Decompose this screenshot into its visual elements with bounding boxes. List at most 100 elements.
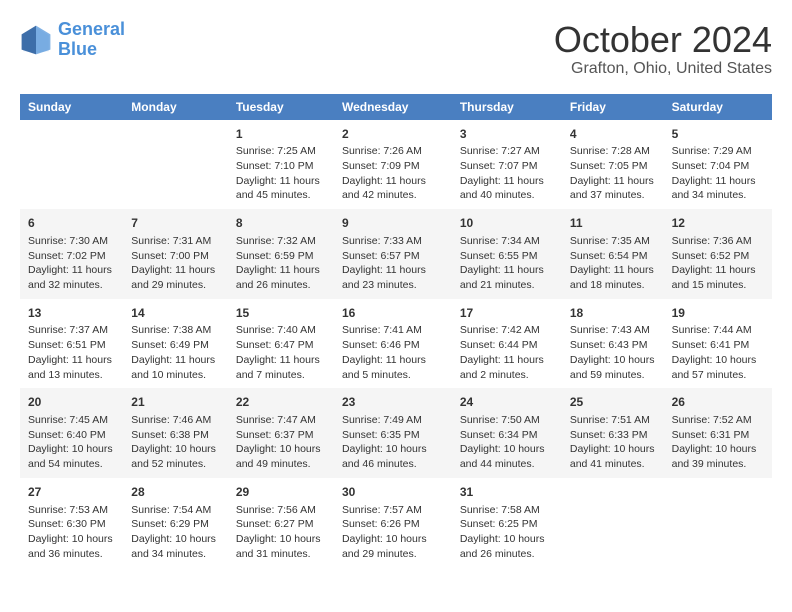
calendar-cell: 23 Sunrise: 7:49 AMSunset: 6:35 PMDayligh…: [334, 388, 452, 478]
calendar-cell: 28 Sunrise: 7:54 AMSunset: 6:29 PMDayligh…: [123, 478, 228, 568]
weekday-header: Sunday: [20, 94, 123, 120]
day-content: Sunrise: 7:26 AMSunset: 7:09 PMDaylight:…: [342, 144, 444, 203]
calendar-cell: 4Sunrise: 7:28 AMSunset: 7:05 PMDaylight…: [562, 120, 664, 210]
calendar-cell: 25 Sunrise: 7:51 AMSunset: 6:33 PMDayligh…: [562, 388, 664, 478]
calendar-cell: [664, 478, 772, 568]
calendar-cell: 12 Sunrise: 7:36 AMSunset: 6:52 PMDayligh…: [664, 209, 772, 299]
day-number: 19: [672, 305, 764, 322]
day-content: Sunrise: 7:33 AMSunset: 6:57 PMDaylight:…: [342, 234, 444, 293]
day-number: 31: [460, 484, 554, 501]
calendar-cell: 20Sunrise: 7:45 AMSunset: 6:40 PMDayligh…: [20, 388, 123, 478]
calendar-cell: 6 Sunrise: 7:30 AMSunset: 7:02 PMDaylight…: [20, 209, 123, 299]
weekday-header: Wednesday: [334, 94, 452, 120]
day-content: Sunrise: 7:54 AMSunset: 6:29 PMDaylight:…: [131, 503, 220, 562]
day-content: Sunrise: 7:35 AMSunset: 6:54 PMDaylight:…: [570, 234, 656, 293]
day-number: 25: [570, 394, 656, 411]
day-number: 8: [236, 215, 326, 232]
day-number: 22: [236, 394, 326, 411]
day-number: 15: [236, 305, 326, 322]
calendar-cell: 8 Sunrise: 7:32 AMSunset: 6:59 PMDaylight…: [228, 209, 334, 299]
day-number: 9: [342, 215, 444, 232]
day-content: Sunrise: 7:38 AMSunset: 6:49 PMDaylight:…: [131, 323, 220, 382]
calendar-cell: 18Sunrise: 7:43 AMSunset: 6:43 PMDayligh…: [562, 299, 664, 389]
day-number: 5: [672, 126, 764, 143]
weekday-header: Friday: [562, 94, 664, 120]
weekday-header: Saturday: [664, 94, 772, 120]
calendar-cell: 11 Sunrise: 7:35 AMSunset: 6:54 PMDayligh…: [562, 209, 664, 299]
day-number: 10: [460, 215, 554, 232]
day-number: 26: [672, 394, 764, 411]
day-number: 27: [28, 484, 115, 501]
page-header: General Blue October 2024 Grafton, Ohio,…: [20, 20, 772, 78]
day-number: 12: [672, 215, 764, 232]
logo: General Blue: [20, 20, 125, 60]
day-content: Sunrise: 7:37 AMSunset: 6:51 PMDaylight:…: [28, 323, 115, 382]
calendar-cell: 26 Sunrise: 7:52 AMSunset: 6:31 PMDayligh…: [664, 388, 772, 478]
calendar-cell: 17Sunrise: 7:42 AMSunset: 6:44 PMDayligh…: [452, 299, 562, 389]
day-content: Sunrise: 7:36 AMSunset: 6:52 PMDaylight:…: [672, 234, 764, 293]
calendar-cell: 5Sunrise: 7:29 AMSunset: 7:04 PMDaylight…: [664, 120, 772, 210]
day-number: 16: [342, 305, 444, 322]
day-content: Sunrise: 7:41 AMSunset: 6:46 PMDaylight:…: [342, 323, 444, 382]
calendar-cell: 27 Sunrise: 7:53 AMSunset: 6:30 PMDayligh…: [20, 478, 123, 568]
day-number: 4: [570, 126, 656, 143]
day-content: Sunrise: 7:31 AMSunset: 7:00 PMDaylight:…: [131, 234, 220, 293]
day-number: 23: [342, 394, 444, 411]
weekday-header: Monday: [123, 94, 228, 120]
calendar-cell: 1Sunrise: 7:25 AMSunset: 7:10 PMDaylight…: [228, 120, 334, 210]
calendar-cell: 13Sunrise: 7:37 AMSunset: 6:51 PMDayligh…: [20, 299, 123, 389]
calendar-cell: 9 Sunrise: 7:33 AMSunset: 6:57 PMDaylight…: [334, 209, 452, 299]
calendar-subtitle: Grafton, Ohio, United States: [554, 60, 772, 78]
day-content: Sunrise: 7:32 AMSunset: 6:59 PMDaylight:…: [236, 234, 326, 293]
calendar-cell: [123, 120, 228, 210]
day-content: Sunrise: 7:44 AMSunset: 6:41 PMDaylight:…: [672, 323, 764, 382]
calendar-cell: 31Sunrise: 7:58 AMSunset: 6:25 PMDayligh…: [452, 478, 562, 568]
calendar-title: October 2024: [554, 20, 772, 60]
day-content: Sunrise: 7:57 AMSunset: 6:26 PMDaylight:…: [342, 503, 444, 562]
day-content: Sunrise: 7:51 AMSunset: 6:33 PMDaylight:…: [570, 413, 656, 472]
day-content: Sunrise: 7:49 AMSunset: 6:35 PMDaylight:…: [342, 413, 444, 472]
day-number: 3: [460, 126, 554, 143]
day-number: 30: [342, 484, 444, 501]
day-number: 6: [28, 215, 115, 232]
day-content: Sunrise: 7:28 AMSunset: 7:05 PMDaylight:…: [570, 144, 656, 203]
calendar-cell: [20, 120, 123, 210]
title-block: October 2024 Grafton, Ohio, United State…: [554, 20, 772, 78]
day-content: Sunrise: 7:40 AMSunset: 6:47 PMDaylight:…: [236, 323, 326, 382]
calendar-cell: 14Sunrise: 7:38 AMSunset: 6:49 PMDayligh…: [123, 299, 228, 389]
calendar-cell: 10 Sunrise: 7:34 AMSunset: 6:55 PMDayligh…: [452, 209, 562, 299]
day-content: Sunrise: 7:56 AMSunset: 6:27 PMDaylight:…: [236, 503, 326, 562]
logo-text: General Blue: [58, 20, 125, 60]
weekday-header: Thursday: [452, 94, 562, 120]
calendar-cell: 30 Sunrise: 7:57 AMSunset: 6:26 PMDayligh…: [334, 478, 452, 568]
calendar-header: SundayMondayTuesdayWednesdayThursdayFrid…: [20, 94, 772, 120]
calendar-row: 20Sunrise: 7:45 AMSunset: 6:40 PMDayligh…: [20, 388, 772, 478]
day-content: Sunrise: 7:30 AMSunset: 7:02 PMDaylight:…: [28, 234, 115, 293]
day-number: 17: [460, 305, 554, 322]
calendar-cell: 2Sunrise: 7:26 AMSunset: 7:09 PMDaylight…: [334, 120, 452, 210]
logo-icon: [20, 24, 52, 56]
calendar-row: 27 Sunrise: 7:53 AMSunset: 6:30 PMDayligh…: [20, 478, 772, 568]
calendar-cell: 19Sunrise: 7:44 AMSunset: 6:41 PMDayligh…: [664, 299, 772, 389]
calendar-cell: 29 Sunrise: 7:56 AMSunset: 6:27 PMDayligh…: [228, 478, 334, 568]
day-content: Sunrise: 7:34 AMSunset: 6:55 PMDaylight:…: [460, 234, 554, 293]
calendar-cell: 21Sunrise: 7:46 AMSunset: 6:38 PMDayligh…: [123, 388, 228, 478]
day-content: Sunrise: 7:50 AMSunset: 6:34 PMDaylight:…: [460, 413, 554, 472]
day-number: 29: [236, 484, 326, 501]
day-number: 20: [28, 394, 115, 411]
calendar-table: SundayMondayTuesdayWednesdayThursdayFrid…: [20, 94, 772, 568]
day-number: 28: [131, 484, 220, 501]
day-number: 13: [28, 305, 115, 322]
day-number: 11: [570, 215, 656, 232]
calendar-row: 13Sunrise: 7:37 AMSunset: 6:51 PMDayligh…: [20, 299, 772, 389]
calendar-cell: [562, 478, 664, 568]
day-number: 24: [460, 394, 554, 411]
day-content: Sunrise: 7:53 AMSunset: 6:30 PMDaylight:…: [28, 503, 115, 562]
day-content: Sunrise: 7:27 AMSunset: 7:07 PMDaylight:…: [460, 144, 554, 203]
day-content: Sunrise: 7:46 AMSunset: 6:38 PMDaylight:…: [131, 413, 220, 472]
day-content: Sunrise: 7:52 AMSunset: 6:31 PMDaylight:…: [672, 413, 764, 472]
day-content: Sunrise: 7:25 AMSunset: 7:10 PMDaylight:…: [236, 144, 326, 203]
calendar-cell: 24 Sunrise: 7:50 AMSunset: 6:34 PMDayligh…: [452, 388, 562, 478]
calendar-cell: 16Sunrise: 7:41 AMSunset: 6:46 PMDayligh…: [334, 299, 452, 389]
calendar-row: 1Sunrise: 7:25 AMSunset: 7:10 PMDaylight…: [20, 120, 772, 210]
